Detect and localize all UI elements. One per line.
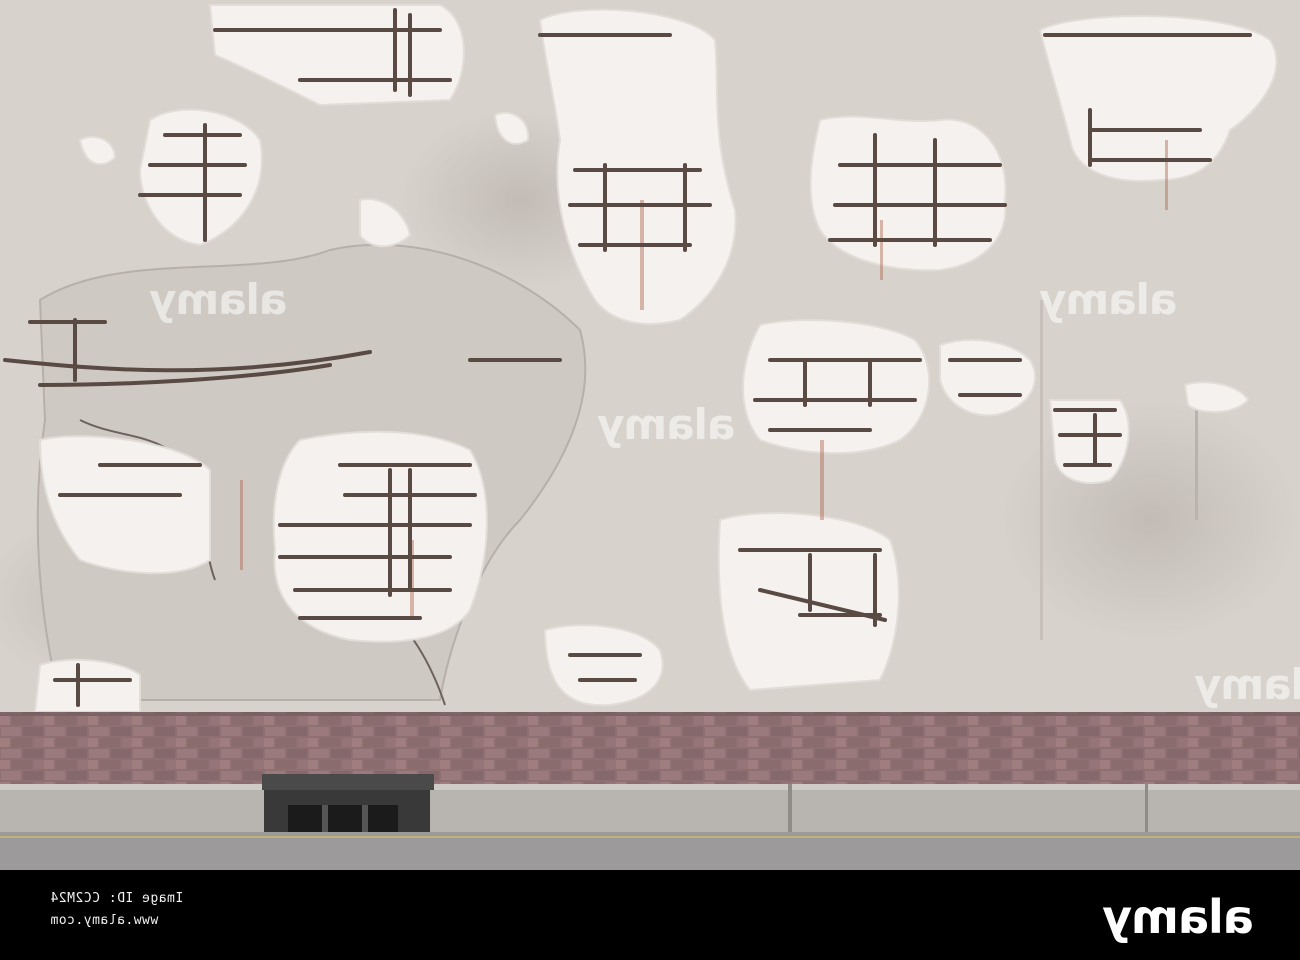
image-info: Image ID: CC2M24 www.alamy.com bbox=[50, 888, 230, 932]
kerb bbox=[0, 784, 1300, 832]
brick-pavement bbox=[0, 712, 1300, 784]
wall-stain bbox=[1000, 400, 1300, 640]
drain-grate bbox=[262, 774, 434, 836]
site-url: www.alamy.com bbox=[50, 913, 159, 928]
photo: alamy alamy alamy alamy bbox=[0, 0, 1300, 870]
brand-logo: alamy bbox=[1103, 890, 1254, 944]
photo-scene bbox=[0, 0, 1300, 870]
image-id: Image ID: CC2M24 bbox=[50, 891, 184, 906]
watermark-footer: Image ID: CC2M24 www.alamy.com alamy bbox=[0, 870, 1300, 960]
